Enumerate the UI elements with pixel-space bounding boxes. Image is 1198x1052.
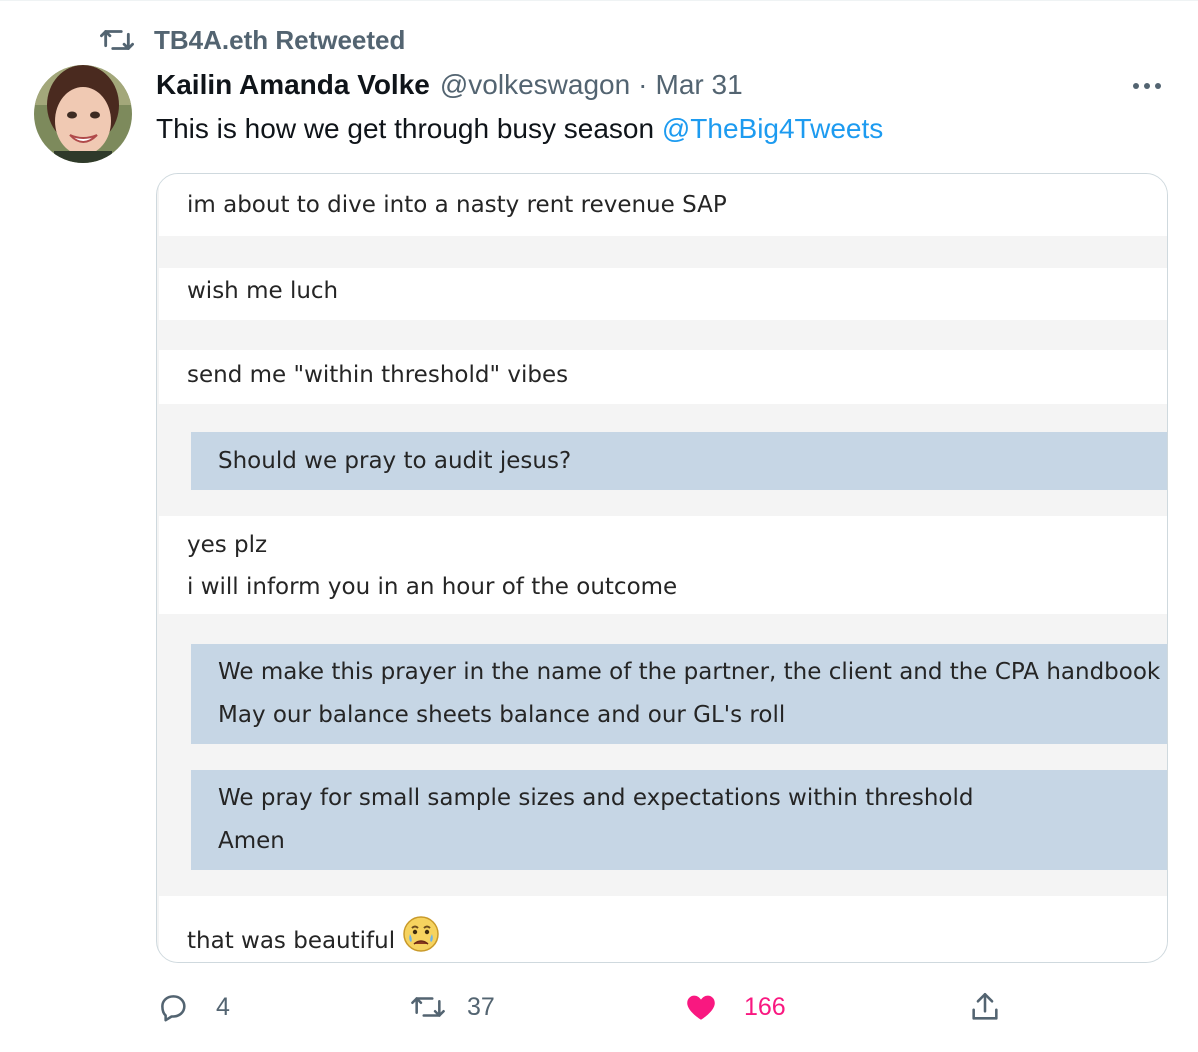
- tweet-media-image[interactable]: im about to dive into a nasty rent reven…: [156, 173, 1168, 963]
- chat-line: We make this prayer in the name of the p…: [218, 659, 1161, 685]
- chat-message: im about to dive into a nasty rent reven…: [159, 174, 1167, 236]
- chat-line: Should we pray to audit jesus?: [218, 448, 572, 474]
- like-button[interactable]: 166: [684, 987, 786, 1027]
- retweet-icon: [411, 990, 445, 1024]
- more-icon[interactable]: [1126, 69, 1168, 103]
- tweet-header: Kailin Amanda Volke @volkeswagon · Mar 3…: [156, 65, 743, 105]
- reply-count: 4: [216, 992, 230, 1021]
- chat-message: wish me luch: [159, 268, 1167, 320]
- chat-message: that was beautiful: [159, 896, 1167, 962]
- chat-reply: We make this prayer in the name of the p…: [191, 644, 1167, 744]
- chat-message: yes plz i will inform you in an hour of …: [159, 516, 1167, 614]
- chat-line: send me "within threshold" vibes: [187, 362, 569, 388]
- retweet-count: 37: [467, 992, 495, 1021]
- reply-icon: [156, 990, 190, 1024]
- chat-line: yes plz: [187, 532, 268, 558]
- like-count: 166: [744, 992, 786, 1021]
- mention-link[interactable]: @TheBig4Tweets: [662, 113, 883, 144]
- chat-line: We pray for small sample sizes and expec…: [218, 785, 974, 811]
- chat-line: Amen: [218, 828, 285, 854]
- tweet-date[interactable]: Mar 31: [656, 69, 743, 101]
- chat-line: im about to dive into a nasty rent reven…: [187, 192, 727, 218]
- tweet-text: This is how we get through busy season @…: [156, 111, 883, 147]
- chat-line-text: that was beautiful: [187, 928, 396, 954]
- separator: ·: [638, 69, 648, 100]
- tweet-text-body: This is how we get through busy season: [156, 113, 662, 144]
- chat-reply: We pray for small sample sizes and expec…: [191, 770, 1167, 870]
- retweet-context-text[interactable]: TB4A.eth Retweeted: [154, 25, 405, 56]
- chat-message: send me "within threshold" vibes: [159, 350, 1167, 404]
- author-name[interactable]: Kailin Amanda Volke: [156, 69, 430, 101]
- chat-line: that was beautiful: [187, 914, 1167, 956]
- retweet-button[interactable]: 37: [411, 987, 495, 1027]
- action-bar: 4 37 166: [156, 987, 1016, 1027]
- chat-line: i will inform you in an hour of the outc…: [187, 574, 678, 600]
- share-button[interactable]: [968, 987, 1002, 1027]
- share-icon: [968, 990, 1002, 1024]
- avatar[interactable]: [34, 65, 132, 163]
- author-handle[interactable]: @volkeswagon: [440, 69, 630, 101]
- tweet[interactable]: TB4A.eth Retweeted Kailin Amanda Volke @…: [0, 0, 1198, 1052]
- retweet-context: TB4A.eth Retweeted: [100, 23, 405, 57]
- chat-line: wish me luch: [187, 278, 339, 304]
- reply-button[interactable]: 4: [156, 987, 230, 1027]
- retweet-icon: [100, 23, 134, 57]
- chat-reply: Should we pray to audit jesus?: [191, 432, 1167, 490]
- crying-face-emoji: [401, 914, 441, 954]
- heart-icon: [684, 990, 718, 1024]
- chat-line: May our balance sheets balance and our G…: [218, 702, 786, 728]
